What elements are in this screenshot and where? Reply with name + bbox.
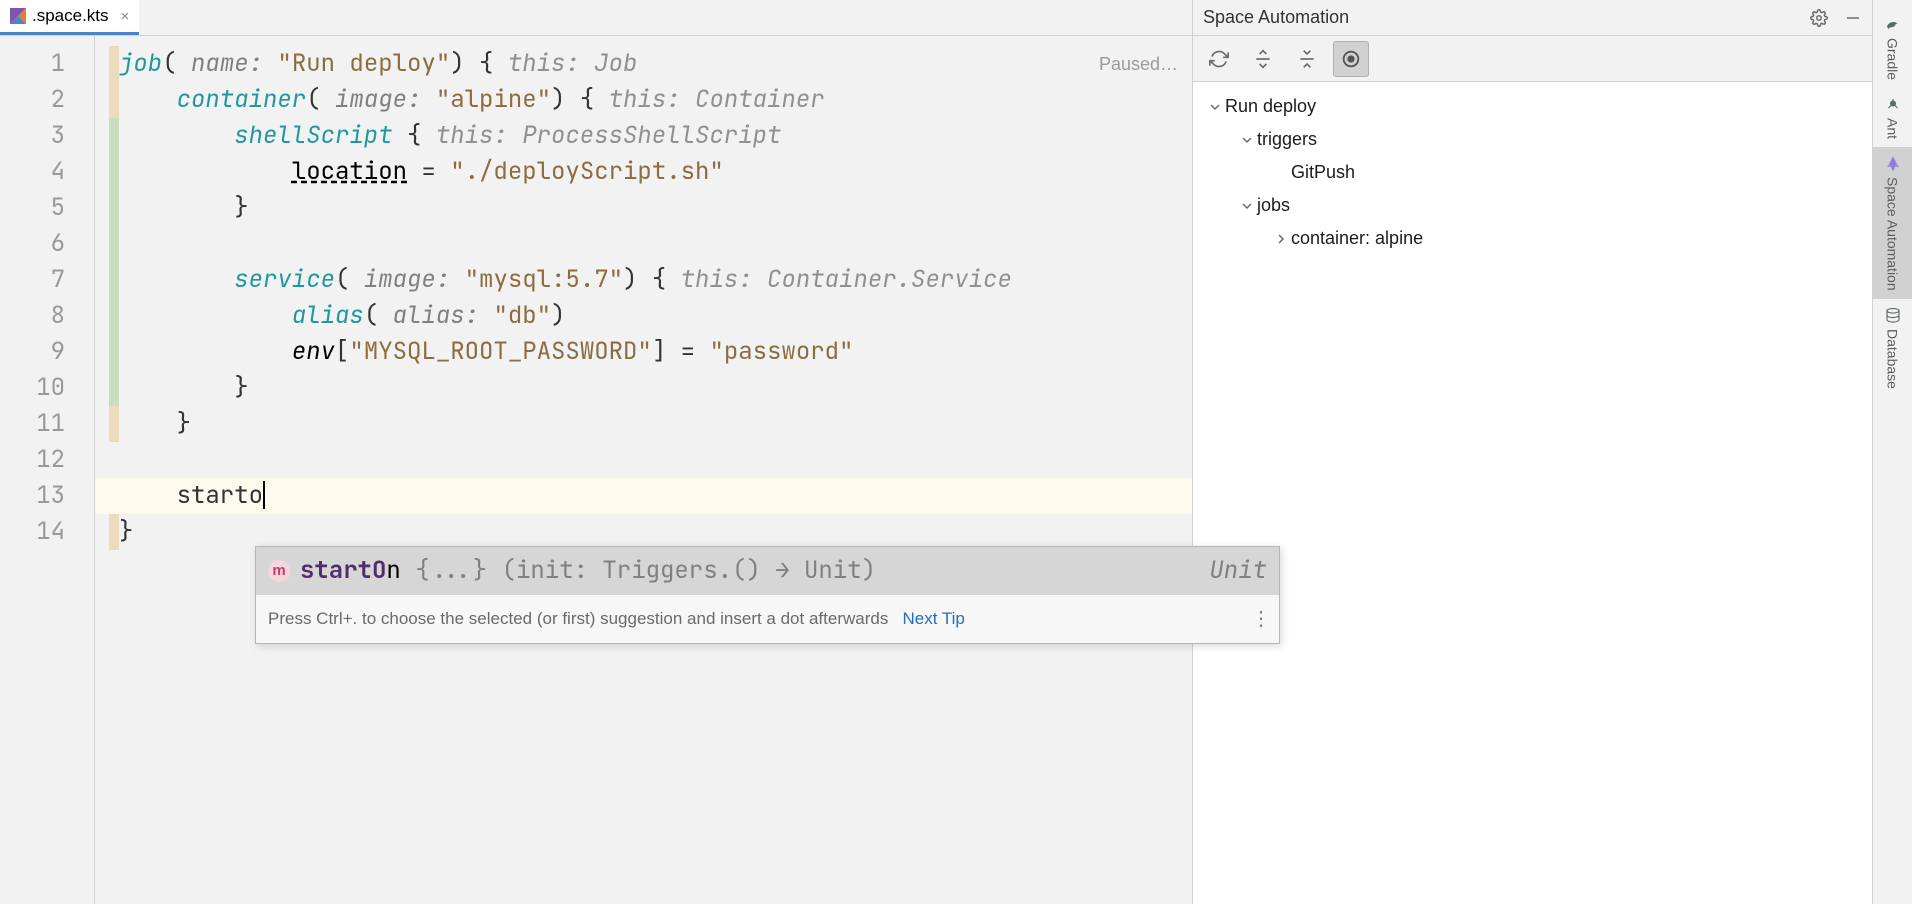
completion-footer: Press Ctrl+. to choose the selected (or … bbox=[256, 595, 1279, 643]
minimize-icon[interactable] bbox=[1844, 9, 1862, 27]
close-icon[interactable]: × bbox=[121, 8, 130, 25]
line-number: 2 bbox=[0, 82, 65, 118]
tree-node-container[interactable]: container: alpine bbox=[1193, 222, 1872, 255]
space-icon bbox=[1884, 155, 1902, 173]
code-area[interactable]: Paused… job( name: "Run deploy") { this:… bbox=[95, 36, 1192, 904]
line-number: 8 bbox=[0, 298, 65, 334]
next-tip-link[interactable]: Next Tip bbox=[903, 609, 965, 628]
tool-window-bar: Gradle Ant Space Automation Database bbox=[1872, 0, 1912, 904]
gutter: 1 2 3 4 5 6 7 8 9 10 11 12 13 14 bbox=[0, 36, 95, 904]
code-token: image: bbox=[364, 264, 450, 295]
code-token: container bbox=[177, 84, 307, 115]
editor-pane: .space.kts × 1 2 3 4 5 6 7 8 9 10 11 12 … bbox=[0, 0, 1192, 904]
line-number: 12 bbox=[0, 442, 65, 478]
panel-title: Space Automation bbox=[1203, 7, 1349, 28]
caret bbox=[263, 481, 265, 509]
code-token: "./deployScript.sh" bbox=[450, 156, 724, 187]
code-token: location bbox=[292, 156, 407, 187]
sidebar-item-gradle[interactable]: Gradle bbox=[1884, 8, 1902, 88]
line-number: 3 bbox=[0, 118, 65, 154]
code-token: "MYSQL_ROOT_PASSWORD" bbox=[349, 336, 651, 367]
line-number: 10 bbox=[0, 370, 65, 406]
inlay-hint: this: Container bbox=[609, 84, 825, 115]
database-icon bbox=[1884, 307, 1902, 325]
code-token: "password" bbox=[709, 336, 853, 367]
sidebar-item-label: Ant bbox=[1885, 118, 1901, 139]
tab-space-kts[interactable]: .space.kts × bbox=[0, 0, 139, 35]
chevron-down-icon bbox=[1205, 97, 1225, 117]
line-number: 1 bbox=[0, 46, 65, 82]
completion-name-match: startO bbox=[300, 555, 386, 586]
code-token: "alpine" bbox=[436, 84, 551, 115]
gear-icon[interactable] bbox=[1810, 9, 1828, 27]
code-token: image: bbox=[335, 84, 421, 115]
tree-label: container: alpine bbox=[1291, 228, 1423, 249]
tree-node-root[interactable]: Run deploy bbox=[1193, 90, 1872, 123]
code-token: job bbox=[119, 48, 162, 79]
code-token: "db" bbox=[493, 300, 551, 331]
autoscroll-button[interactable] bbox=[1333, 41, 1369, 77]
panel-toolbar bbox=[1193, 36, 1872, 82]
tree-label: triggers bbox=[1257, 129, 1317, 150]
tree-node-triggers[interactable]: triggers bbox=[1193, 123, 1872, 156]
tab-bar: .space.kts × bbox=[0, 0, 1192, 36]
code-token: name: bbox=[191, 48, 263, 79]
ant-icon bbox=[1884, 96, 1902, 114]
sidebar-item-label: Gradle bbox=[1885, 38, 1901, 80]
tree-label: Run deploy bbox=[1225, 96, 1316, 117]
gradle-icon bbox=[1884, 16, 1902, 34]
line-number: 7 bbox=[0, 262, 65, 298]
line-number: 14 bbox=[0, 514, 65, 550]
inlay-hint: this: Job bbox=[508, 48, 638, 79]
code-token: shellScript bbox=[234, 120, 392, 151]
completion-name-rest: n bbox=[386, 555, 400, 586]
inlay-hint: this: Container.Service bbox=[681, 264, 1012, 295]
tree-label: jobs bbox=[1257, 195, 1290, 216]
typed-text: starto bbox=[177, 480, 263, 511]
line-number: 4 bbox=[0, 154, 65, 190]
code-editor[interactable]: 1 2 3 4 5 6 7 8 9 10 11 12 13 14 Paused…… bbox=[0, 36, 1192, 904]
tree-label: GitPush bbox=[1291, 162, 1355, 183]
completion-signature: {...} (init: Triggers.() → Unit) bbox=[401, 555, 876, 586]
completion-hint-text: Press Ctrl+. to choose the selected (or … bbox=[268, 609, 888, 628]
line-number: 13 bbox=[0, 478, 65, 514]
tab-label: .space.kts bbox=[32, 6, 109, 26]
panel-tree: Run deploy triggers GitPush jobs contain… bbox=[1193, 82, 1872, 904]
tree-node-jobs[interactable]: jobs bbox=[1193, 189, 1872, 222]
sidebar-item-space-automation[interactable]: Space Automation bbox=[1873, 147, 1912, 299]
code-token: env bbox=[292, 336, 335, 367]
line-number: 5 bbox=[0, 190, 65, 226]
code-token: "Run deploy" bbox=[277, 48, 450, 79]
code-token: alias bbox=[292, 300, 364, 331]
panel-header: Space Automation bbox=[1193, 0, 1872, 36]
line-number: 11 bbox=[0, 406, 65, 442]
chevron-right-icon bbox=[1271, 229, 1291, 249]
method-icon: m bbox=[268, 560, 290, 582]
refresh-button[interactable] bbox=[1201, 41, 1237, 77]
completion-return-type: Unit bbox=[1209, 553, 1267, 589]
inlay-hint: this: ProcessShellScript bbox=[436, 120, 782, 151]
code-token: service bbox=[234, 264, 335, 295]
line-number: 6 bbox=[0, 226, 65, 262]
chevron-down-icon bbox=[1237, 130, 1257, 150]
completion-item-starton[interactable]: m startOn {...} (init: Triggers.() → Uni… bbox=[256, 547, 1279, 595]
status-paused: Paused… bbox=[1099, 46, 1178, 82]
completion-popup: m startOn {...} (init: Triggers.() → Uni… bbox=[255, 546, 1280, 644]
more-icon[interactable]: ⋮ bbox=[1251, 614, 1267, 624]
sidebar-item-label: Database bbox=[1885, 329, 1901, 389]
sidebar-item-label: Space Automation bbox=[1885, 177, 1901, 291]
collapse-all-button[interactable] bbox=[1289, 41, 1325, 77]
chevron-down-icon bbox=[1237, 196, 1257, 216]
tree-node-gitpush[interactable]: GitPush bbox=[1193, 156, 1872, 189]
code-token: "mysql:5.7" bbox=[465, 264, 623, 295]
space-automation-panel: Space Automation Run deploy bbox=[1192, 0, 1872, 904]
expand-all-button[interactable] bbox=[1245, 41, 1281, 77]
code-token: alias: bbox=[393, 300, 479, 331]
sidebar-item-ant[interactable]: Ant bbox=[1884, 88, 1902, 147]
line-number: 9 bbox=[0, 334, 65, 370]
kotlin-file-icon bbox=[10, 8, 26, 24]
sidebar-item-database[interactable]: Database bbox=[1884, 299, 1902, 397]
